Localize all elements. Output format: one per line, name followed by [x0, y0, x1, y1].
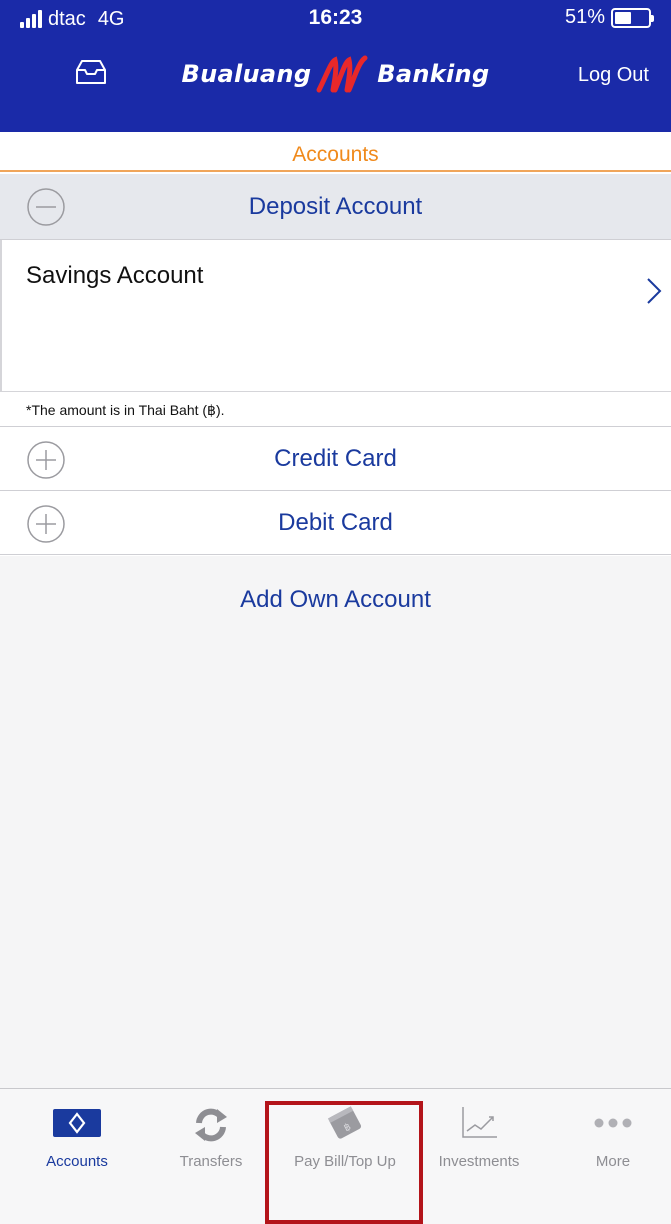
logout-button[interactable]: Log Out [578, 64, 649, 87]
credit-card-row[interactable]: Credit Card [0, 427, 671, 491]
tab-accounts-label: Accounts [46, 1153, 108, 1170]
section-title: Accounts [0, 132, 671, 172]
minus-circle-icon[interactable] [26, 187, 66, 227]
transfer-arrows-icon [195, 1108, 227, 1142]
investment-chart-icon [462, 1107, 497, 1138]
plus-circle-icon[interactable] [26, 504, 66, 544]
status-bar: dtac 4G 16:23 51% [0, 0, 671, 38]
tab-transfers-label: Transfers [179, 1153, 243, 1170]
chevron-right-icon [647, 278, 662, 304]
brand-m-logo-icon [316, 55, 368, 93]
add-own-account-link[interactable]: Add Own Account [0, 586, 671, 614]
plus-circle-icon[interactable] [26, 440, 66, 480]
savings-account-item[interactable]: Savings Account [0, 240, 671, 392]
brand-text-left: Bualuang [181, 60, 312, 88]
tab-pay-bill[interactable]: ฿ Pay Bill/Top Up [278, 1089, 412, 1199]
currency-note-row: *The amount is in Thai Baht (฿). [0, 392, 671, 427]
tab-accounts[interactable]: Accounts [10, 1089, 144, 1199]
tab-pay-bill-label: Pay Bill/Top Up [294, 1153, 396, 1170]
deposit-account-label: Deposit Account [248, 192, 423, 220]
battery-icon [611, 7, 654, 28]
tab-transfers[interactable]: Transfers [144, 1089, 278, 1199]
status-right: 51% [564, 6, 654, 29]
debit-card-label: Debit Card [278, 508, 393, 536]
tab-bar: Accounts Transfers ฿ Pay Bill/Top Up Inv… [0, 1088, 671, 1224]
battery-percent: 51% [564, 6, 605, 28]
nav-bar: Bualuang Banking Log Out [0, 40, 671, 110]
battery-fill [615, 11, 631, 24]
debit-card-row[interactable]: Debit Card [0, 491, 671, 555]
app-screen: dtac 4G 16:23 51% Bualuang Banking Log O… [0, 0, 671, 1224]
brand-logo: Bualuang Banking [0, 54, 671, 94]
savings-account-label: Savings Account [26, 262, 204, 289]
content-background [0, 556, 671, 1088]
more-dots-icon [594, 1118, 632, 1128]
tab-investments-label: Investments [438, 1153, 520, 1170]
tab-more[interactable]: More [546, 1089, 671, 1199]
credit-card-label: Credit Card [274, 444, 397, 472]
brand-text-right: Banking [377, 60, 490, 88]
accounts-card-icon [53, 1109, 101, 1137]
app-header: dtac 4G 16:23 51% Bualuang Banking Log O… [0, 0, 671, 132]
pay-bill-icon: ฿ [327, 1106, 362, 1139]
deposit-account-row[interactable]: Deposit Account [0, 174, 671, 240]
tab-investments[interactable]: Investments [412, 1089, 546, 1199]
currency-note: *The amount is in Thai Baht (฿). [26, 402, 225, 418]
tab-more-label: More [595, 1153, 631, 1170]
